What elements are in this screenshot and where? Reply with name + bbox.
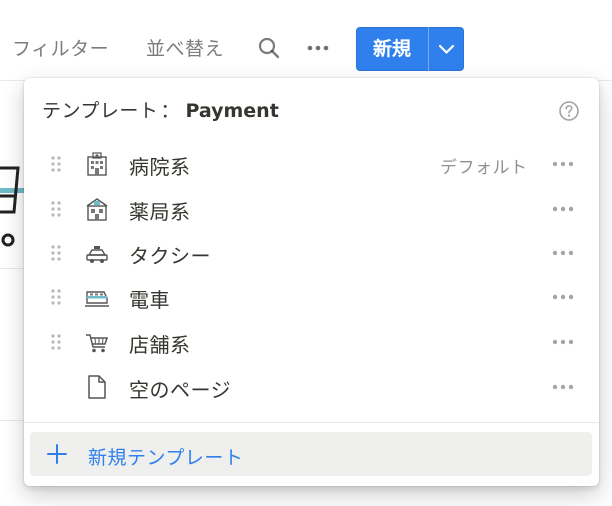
hospital-icon: [87, 152, 107, 176]
search-icon[interactable]: [257, 36, 281, 60]
database-name: Payment: [185, 100, 279, 122]
template-item[interactable]: 薬局系: [24, 187, 599, 231]
database-toolbar: フィルター 並べ替え 新規: [0, 0, 612, 81]
more-options-icon[interactable]: [550, 201, 576, 217]
template-menu-header: テンプレート： Payment: [42, 96, 279, 124]
more-options-icon[interactable]: [305, 38, 331, 58]
new-button-group: 新規: [356, 27, 464, 71]
template-item-label: 空のページ: [129, 378, 232, 402]
template-item-label: 店舗系: [129, 333, 191, 357]
drag-handle-icon[interactable]: [49, 199, 63, 219]
train-icon: [85, 291, 109, 307]
more-options-icon[interactable]: [550, 334, 576, 350]
template-item[interactable]: 店舗系: [24, 320, 599, 364]
template-menu: テンプレート： Payment 病院系 デフォルト 薬局系 タクシー 電車 店舗…: [24, 78, 599, 486]
menu-divider: [24, 422, 599, 423]
drag-handle-icon[interactable]: [49, 243, 63, 263]
drag-handle-icon[interactable]: [49, 154, 63, 174]
pharmacy-icon: [86, 198, 108, 221]
background-divider: [0, 420, 24, 421]
more-options-icon[interactable]: [550, 156, 576, 172]
title-colon: ：: [160, 100, 180, 122]
template-item[interactable]: 電車: [24, 275, 599, 319]
template-menu-title: テンプレート: [42, 100, 159, 122]
taxi-icon: [86, 246, 108, 263]
chevron-down-icon[interactable]: [429, 27, 464, 71]
drag-handle-icon[interactable]: [49, 332, 63, 352]
default-badge: デフォルト: [440, 158, 528, 178]
template-item[interactable]: 空のページ: [24, 365, 599, 409]
template-item[interactable]: 病院系 デフォルト: [24, 142, 599, 186]
plus-icon: [47, 444, 67, 464]
sort-button[interactable]: 並べ替え: [146, 34, 224, 61]
new-template-button[interactable]: 新規テンプレート: [30, 432, 592, 476]
help-icon[interactable]: [558, 100, 580, 122]
more-options-icon[interactable]: [550, 289, 576, 305]
template-item-label: 薬局系: [129, 200, 191, 224]
template-item-label: タクシー: [129, 244, 211, 268]
blank-page-icon: [88, 375, 106, 399]
shopping-cart-icon: [86, 334, 109, 353]
drag-handle-icon[interactable]: [49, 287, 63, 307]
template-item[interactable]: タクシー: [24, 231, 599, 275]
more-options-icon[interactable]: [550, 245, 576, 261]
filter-button[interactable]: フィルター: [12, 34, 109, 61]
page: フィルター 並べ替え 新規 テンプレート： Payment 病院系 デフォルト …: [0, 0, 612, 506]
template-item-label: 電車: [129, 288, 170, 312]
template-item-label: 病院系: [129, 155, 191, 179]
new-template-label: 新規テンプレート: [88, 447, 244, 469]
more-options-icon[interactable]: [550, 379, 576, 395]
background-cart-image: [0, 166, 24, 247]
background-divider: [0, 268, 24, 269]
new-button[interactable]: 新規: [356, 27, 428, 71]
